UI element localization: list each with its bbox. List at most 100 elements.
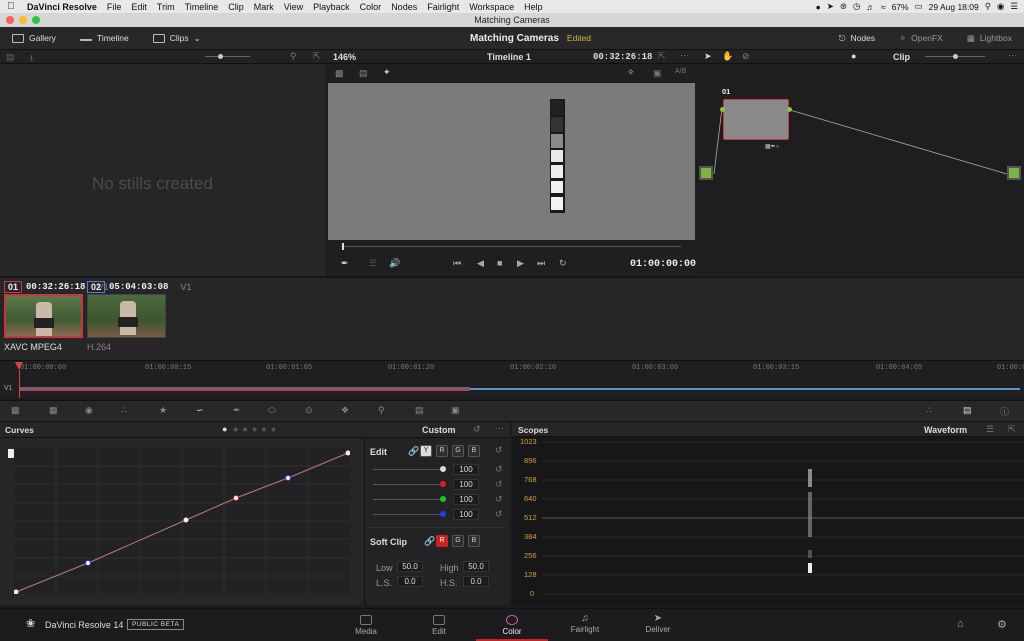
page-color[interactable]: Color [476, 609, 548, 641]
node-output[interactable] [787, 107, 792, 112]
r-intensity-slider[interactable] [373, 484, 443, 485]
notification-center-icon[interactable]: ☰ [1010, 1, 1018, 12]
zoom-window-button[interactable] [32, 16, 40, 24]
highlight-icon[interactable]: ✧ [627, 67, 635, 78]
link-icon[interactable]: 🔗 [408, 446, 419, 457]
volume-icon[interactable]: ♬ [866, 2, 875, 12]
g-intensity-slider[interactable] [373, 499, 443, 500]
layers-icon[interactable]: ☰ [369, 258, 377, 269]
speaker-icon[interactable]: 🔊 [389, 258, 400, 269]
more-options-icon[interactable]: ⋯ [680, 50, 689, 61]
menu-view[interactable]: View [279, 2, 308, 12]
window-icon[interactable]: ⬭ [268, 405, 276, 416]
soft-clip-r-button[interactable]: R [436, 535, 448, 547]
scopes-icon[interactable]: ▤ [963, 405, 972, 416]
expand-icon[interactable]: ⇱ [313, 51, 321, 62]
bluetooth-icon[interactable]: ⊛ [840, 1, 847, 12]
node-more-icon[interactable]: ⋯ [1008, 50, 1017, 61]
b-intensity-slider[interactable] [373, 514, 443, 515]
soft-clip-link-icon[interactable]: 🔗 [424, 536, 435, 547]
scope-settings-icon[interactable]: ☰ [986, 424, 994, 435]
y-intensity-slider[interactable] [373, 469, 443, 470]
node-mode-selector[interactable]: Clip [893, 52, 910, 62]
tracker-icon[interactable]: ⊙ [305, 405, 313, 416]
loop-icon[interactable]: ↻ [559, 258, 567, 269]
r-reset-icon[interactable]: ↺ [495, 479, 503, 490]
camera-raw-icon[interactable]: ▩ [11, 405, 20, 416]
hs-value[interactable]: 0.0 [463, 576, 489, 587]
motion-effects-icon[interactable]: ★ [159, 405, 167, 416]
battery-percent[interactable]: 67% [892, 2, 909, 12]
sizing-icon[interactable]: ▤ [415, 405, 424, 416]
search-icon[interactable]: ⚲ [290, 51, 297, 62]
scope-expand-icon[interactable]: ⇱ [1008, 424, 1016, 435]
zoom-level[interactable]: 146% [333, 52, 356, 62]
page-dots[interactable]: ●●●●● [233, 424, 280, 434]
menu-mark[interactable]: Mark [249, 2, 279, 12]
r-intensity-value[interactable]: 100 [453, 479, 479, 490]
close-window-button[interactable] [6, 16, 14, 24]
home-icon[interactable]: ⌂ [957, 618, 964, 630]
minimize-window-button[interactable] [19, 16, 27, 24]
info-icon[interactable]: ⓘ [1000, 405, 1009, 418]
b-reset-icon[interactable]: ↺ [495, 509, 503, 520]
page-media[interactable]: Media [330, 609, 402, 641]
node-zoom-handle[interactable] [953, 54, 958, 59]
channel-b-button[interactable]: B [468, 445, 480, 457]
menu-file[interactable]: File [102, 2, 127, 12]
y-reset-icon[interactable]: ↺ [495, 464, 503, 475]
creative-cloud-icon[interactable]: ● [816, 2, 821, 12]
hand-icon[interactable]: ✋ [722, 51, 733, 62]
y-intensity-value[interactable]: 100 [453, 464, 479, 475]
pointer-icon[interactable]: ➤ [704, 51, 712, 62]
playhead-scrubber[interactable] [341, 246, 681, 247]
gallery-still-icon[interactable]: ▣ [653, 68, 662, 79]
clip-2-thumbnail[interactable] [87, 294, 166, 338]
clock[interactable]: 29 Aug 18:09 [929, 2, 979, 12]
nodes-button[interactable]: ⎋ Nodes [827, 27, 887, 49]
g-intensity-handle[interactable] [440, 496, 446, 502]
skip-forward-icon[interactable]: ⏭ [537, 258, 545, 269]
menu-help[interactable]: Help [519, 2, 548, 12]
menu-trim[interactable]: Trim [152, 2, 180, 12]
location-icon[interactable]: ➤ [827, 1, 834, 12]
gallery-button[interactable]: Gallery [0, 27, 68, 49]
eyedropper-icon[interactable]: ✒ [341, 258, 349, 269]
skip-back-icon[interactable]: ⏮ [453, 258, 461, 269]
timeline-selector[interactable]: Timeline 1 [487, 52, 531, 62]
menu-fairlight[interactable]: Fairlight [422, 2, 464, 12]
wifi-icon[interactable]: ≈ [881, 2, 886, 12]
g-reset-icon[interactable]: ↺ [495, 494, 503, 505]
gallery-zoom-slider[interactable] [205, 56, 250, 57]
menu-timeline[interactable]: Timeline [180, 2, 224, 12]
page-dot-active[interactable]: ● [222, 424, 227, 434]
gallery-zoom-handle[interactable] [218, 54, 223, 59]
timeline-button[interactable]: Timeline [68, 27, 141, 49]
stop-icon[interactable]: ■ [497, 258, 502, 268]
menu-workspace[interactable]: Workspace [464, 2, 519, 12]
3d-icon[interactable]: ▣ [451, 405, 460, 416]
lightbox-button[interactable]: ▦ Lightbox [955, 27, 1024, 49]
qualifier-icon[interactable]: ✒ [233, 405, 241, 416]
color-wheels-icon[interactable]: ◉ [85, 405, 93, 416]
clip-1-thumbnail[interactable] [4, 294, 83, 338]
output-node[interactable] [1007, 166, 1021, 180]
source-input-node[interactable] [699, 166, 713, 180]
node-input[interactable] [720, 107, 725, 112]
magic-wand-icon[interactable]: ✦ [383, 67, 391, 78]
ls-value[interactable]: 0.0 [397, 576, 423, 587]
soft-clip-b-button[interactable]: B [468, 535, 480, 547]
menu-nodes[interactable]: Nodes [386, 2, 422, 12]
y-intensity-handle[interactable] [440, 466, 446, 472]
b-intensity-handle[interactable] [440, 511, 446, 517]
key-icon[interactable]: ⚲ [378, 405, 385, 416]
menu-playback[interactable]: Playback [308, 2, 355, 12]
channel-r-button[interactable]: R [436, 445, 448, 457]
edit-reset-icon[interactable]: ↺ [495, 445, 503, 456]
g-intensity-value[interactable]: 100 [453, 494, 479, 505]
play-reverse-icon[interactable]: ◀ [477, 258, 484, 269]
curve-graph[interactable] [14, 448, 350, 594]
clips-button[interactable]: Clips ⌄ [141, 27, 213, 49]
color-warper-icon[interactable]: ∴ [926, 405, 932, 416]
low-value[interactable]: 50.0 [397, 561, 423, 572]
